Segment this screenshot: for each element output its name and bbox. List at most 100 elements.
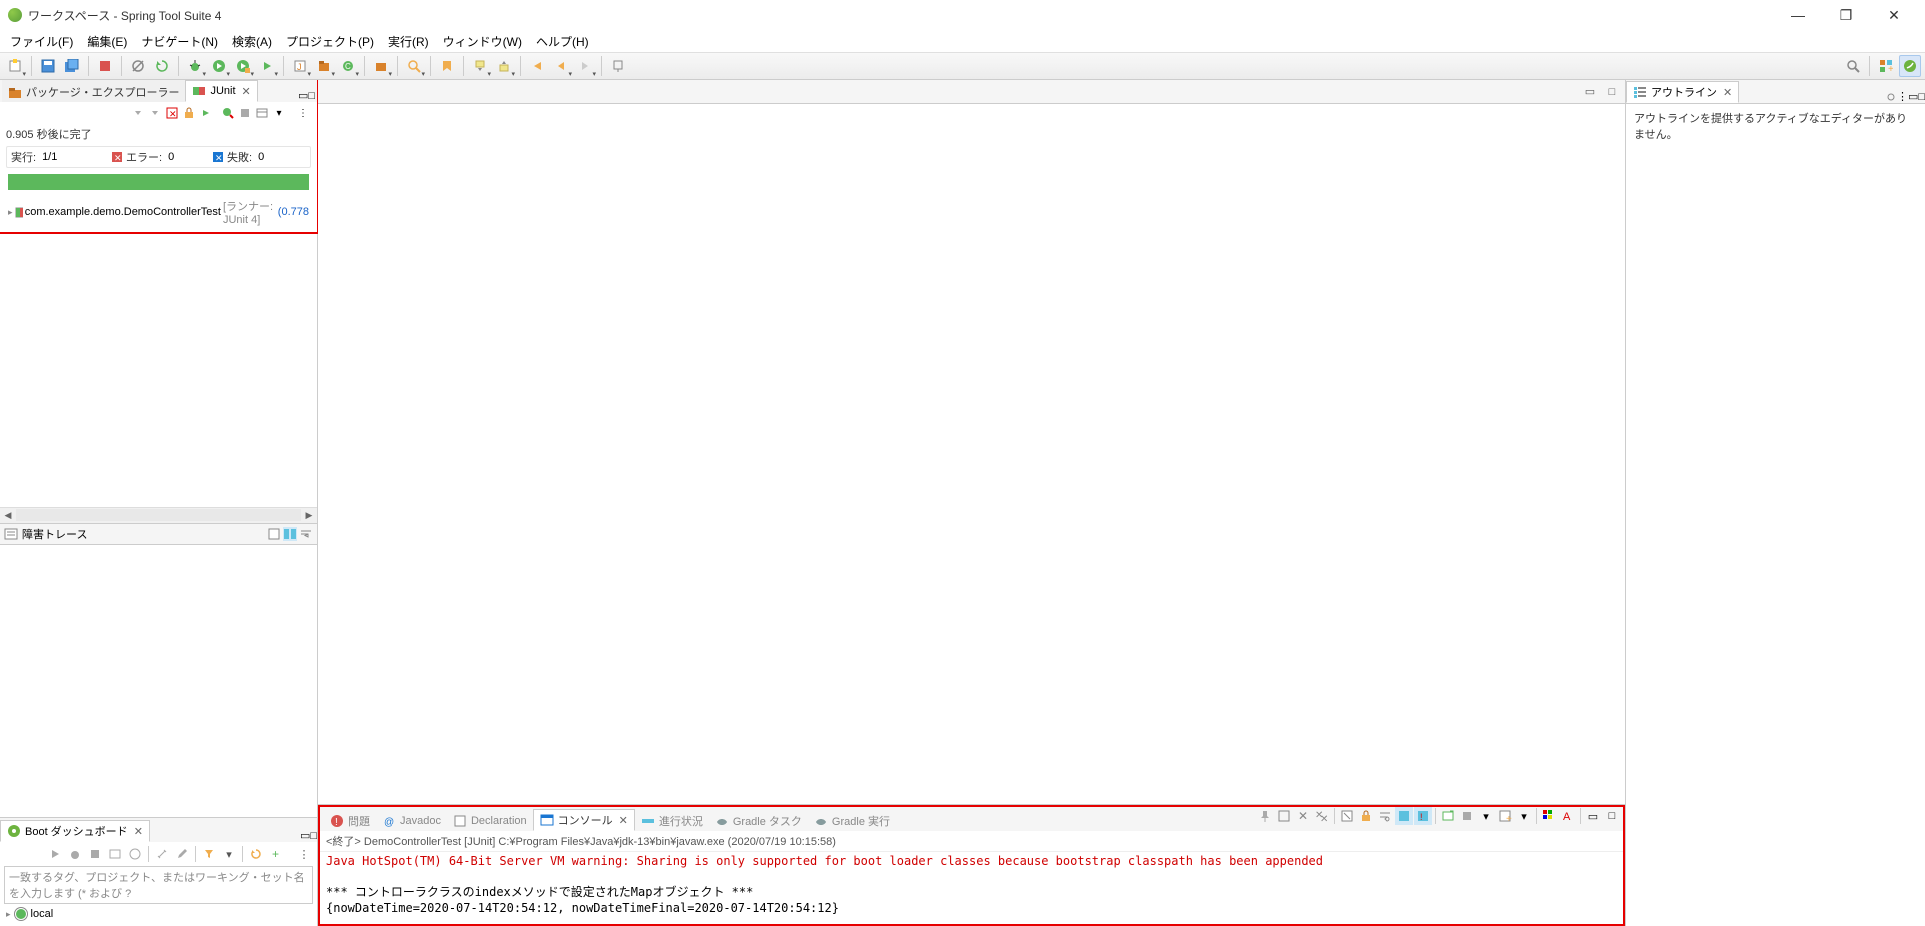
console-open-button[interactable] xyxy=(1439,807,1457,825)
prev-annotation-button[interactable] xyxy=(493,55,515,77)
tab-progress[interactable]: 進行状況 xyxy=(635,809,709,831)
back-button[interactable] xyxy=(550,55,572,77)
console-show-stderr-button[interactable]: ! xyxy=(1414,807,1432,825)
trace-filter-button[interactable] xyxy=(267,527,281,541)
tab-boot-dashboard[interactable]: Boot ダッシュボード ✕ xyxy=(0,820,150,842)
stop-button[interactable] xyxy=(94,55,116,77)
junit-history-icon[interactable] xyxy=(254,105,270,121)
console-pin-button[interactable] xyxy=(1256,807,1274,825)
tab-console-close[interactable]: ✕ xyxy=(619,814,628,827)
debug-button[interactable] xyxy=(184,55,206,77)
tab-boot-close[interactable]: ✕ xyxy=(134,825,143,838)
tab-problems[interactable]: ! 問題 xyxy=(324,809,376,831)
console-new-dd-button[interactable]: ▾ xyxy=(1515,807,1533,825)
outline-link-button[interactable] xyxy=(1885,91,1897,103)
twisty-icon[interactable]: ▸ xyxy=(8,207,13,218)
run-last-button[interactable] xyxy=(256,55,278,77)
skip-breakpoints-button[interactable] xyxy=(127,55,149,77)
boot-search-input[interactable]: 一致するタグ、プロジェクト、またはワーキング・セット名を入力します (* および… xyxy=(4,866,313,904)
tab-console[interactable]: コンソール ✕ xyxy=(533,809,635,831)
console-show-stdout-button[interactable] xyxy=(1395,807,1413,825)
junit-scroll-lock-icon[interactable] xyxy=(181,105,197,121)
boot-menu-button[interactable]: ⋮ xyxy=(295,845,313,863)
boot-open-console-button[interactable] xyxy=(106,845,124,863)
boot-debug-button[interactable] xyxy=(66,845,84,863)
editor-maximize-button[interactable]: □ xyxy=(1603,83,1621,101)
tab-outline[interactable]: アウトライン ✕ xyxy=(1626,81,1739,103)
junit-test-row[interactable]: ▸ com.example.demo.DemoControllerTest [ラ… xyxy=(2,194,315,230)
console-new-button[interactable]: + xyxy=(1496,807,1514,825)
close-button[interactable]: ✕ xyxy=(1871,0,1917,30)
console-minimize-button[interactable]: ▭ xyxy=(1584,807,1602,825)
boot-devtools-button[interactable] xyxy=(153,845,171,863)
junit-show-failures-icon[interactable]: ✕ xyxy=(164,105,180,121)
menu-run[interactable]: 実行(R) xyxy=(382,31,435,52)
spring-perspective-button[interactable] xyxy=(1899,55,1921,77)
junit-prev-failure-icon[interactable] xyxy=(130,105,146,121)
console-terminate-button[interactable] xyxy=(1458,807,1476,825)
tab-gradle-exec[interactable]: Gradle 実行 xyxy=(808,809,896,831)
twisty-icon[interactable]: ▸ xyxy=(6,909,11,920)
new-button[interactable] xyxy=(4,55,26,77)
boot-start-button[interactable] xyxy=(46,845,64,863)
outline-maximize-button[interactable]: □ xyxy=(1918,91,1925,103)
open-perspective-button[interactable]: + xyxy=(1875,55,1897,77)
boot-edit-button[interactable] xyxy=(173,845,191,863)
tab-junit[interactable]: JUnit ✕ xyxy=(185,80,257,102)
boot-add-button[interactable]: + xyxy=(267,845,285,863)
console-maximize-button[interactable]: □ xyxy=(1603,807,1621,825)
console-display-selected-button[interactable]: ▾ xyxy=(1477,807,1495,825)
junit-menu-icon[interactable]: ⋮ xyxy=(295,105,311,121)
tab-outline-close[interactable]: ✕ xyxy=(1723,86,1732,99)
junit-stop-icon[interactable] xyxy=(237,105,253,121)
save-all-button[interactable] xyxy=(61,55,83,77)
junit-rerun-icon[interactable] xyxy=(198,105,214,121)
console-word-wrap-button[interactable] xyxy=(1376,807,1394,825)
search-button[interactable] xyxy=(403,55,425,77)
tab-declaration[interactable]: Declaration xyxy=(447,809,533,831)
junit-rerun-failed-icon[interactable] xyxy=(220,105,236,121)
new-package-button[interactable] xyxy=(313,55,335,77)
run-button[interactable] xyxy=(208,55,230,77)
boot-minimize-button[interactable]: ▭ xyxy=(300,829,310,842)
menu-help[interactable]: ヘルプ(H) xyxy=(530,31,595,52)
junit-view-menu-icon[interactable]: ▾ xyxy=(271,105,287,121)
menu-navigate[interactable]: ナビゲート(N) xyxy=(135,31,224,52)
quick-access-button[interactable] xyxy=(1842,55,1864,77)
console-show-on-output-button[interactable] xyxy=(1275,807,1293,825)
outline-minimize-button[interactable]: ▭ xyxy=(1908,90,1918,103)
coverage-button[interactable] xyxy=(232,55,254,77)
next-annotation-button[interactable] xyxy=(469,55,491,77)
view-minimize-button[interactable]: ▭ xyxy=(298,89,308,102)
trace-wrap-button[interactable] xyxy=(299,527,313,541)
view-maximize-button[interactable]: □ xyxy=(308,90,315,102)
menu-search[interactable]: 検索(A) xyxy=(226,31,278,52)
menu-edit[interactable]: 編集(E) xyxy=(81,31,133,52)
trace-compare-button[interactable] xyxy=(283,527,297,541)
tab-javadoc[interactable]: @ Javadoc xyxy=(376,809,447,831)
last-edit-button[interactable] xyxy=(526,55,548,77)
menu-window[interactable]: ウィンドウ(W) xyxy=(437,31,528,52)
junit-h-scrollbar[interactable]: ◀ ▶ xyxy=(0,507,317,523)
boot-filter-button[interactable] xyxy=(200,845,218,863)
tab-junit-close[interactable]: ✕ xyxy=(242,85,251,98)
editor-minimize-button[interactable]: ▭ xyxy=(1581,83,1599,101)
console-remove-all-button[interactable]: ✕✕ xyxy=(1313,807,1331,825)
menu-file[interactable]: ファイル(F) xyxy=(4,31,79,52)
menu-project[interactable]: プロジェクト(P) xyxy=(280,31,380,52)
maximize-button[interactable]: ❐ xyxy=(1823,0,1869,30)
boot-collapse-button[interactable]: ▾ xyxy=(220,845,238,863)
console-clear-button[interactable] xyxy=(1338,807,1356,825)
console-body[interactable]: Java HotSpot(TM) 64-Bit Server VM warnin… xyxy=(320,852,1623,924)
new-class-button[interactable]: C xyxy=(337,55,359,77)
save-button[interactable] xyxy=(37,55,59,77)
new-java-button[interactable]: J xyxy=(289,55,311,77)
scroll-left-icon[interactable]: ◀ xyxy=(0,510,16,521)
boot-local-row[interactable]: ▸ local xyxy=(0,908,317,926)
junit-next-failure-icon[interactable] xyxy=(147,105,163,121)
boot-refresh-button[interactable] xyxy=(247,845,265,863)
outline-menu-button[interactable]: ⋮ xyxy=(1897,90,1908,103)
open-type-button[interactable] xyxy=(370,55,392,77)
console-ansi-a-button[interactable]: A xyxy=(1559,807,1577,825)
tab-package-explorer[interactable]: パッケージ・エクスプローラー xyxy=(2,80,185,102)
